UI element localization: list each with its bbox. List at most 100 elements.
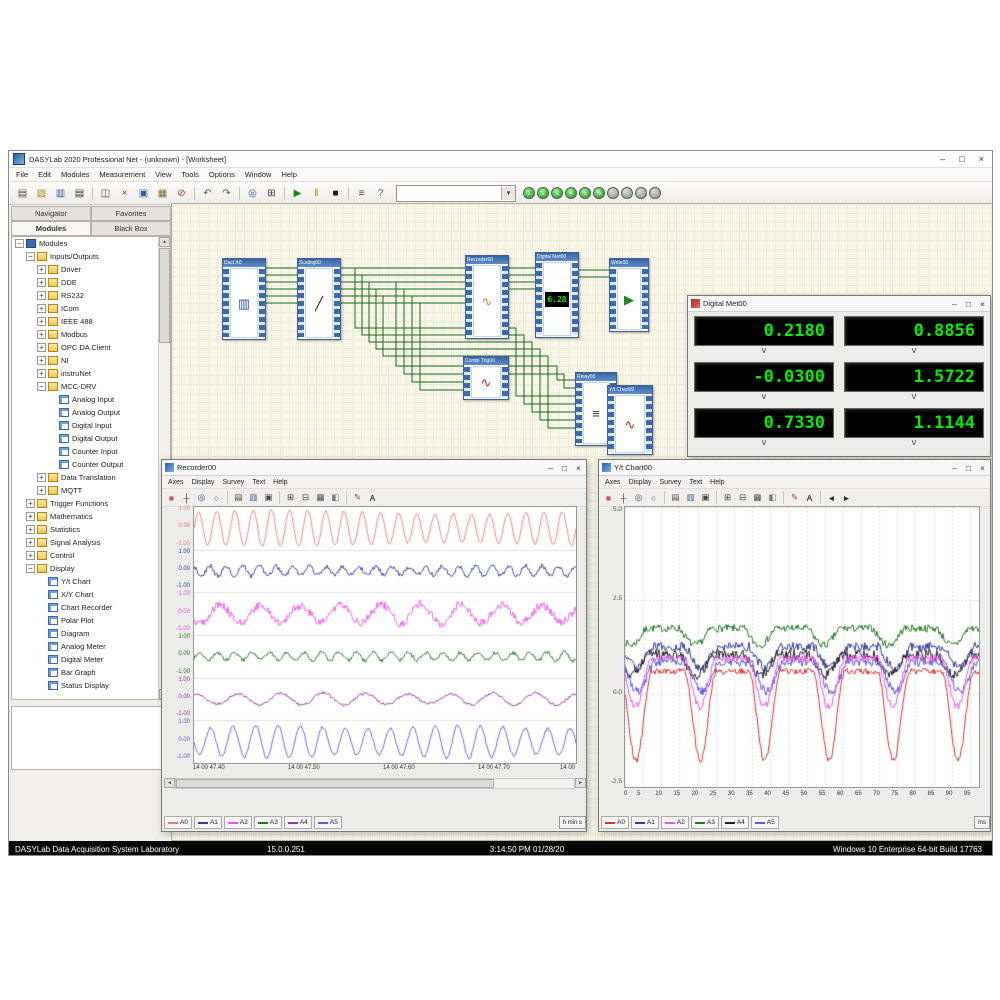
copy-icon[interactable]: ▣ <box>698 490 713 505</box>
minimize-icon[interactable]: – <box>548 463 553 473</box>
function-led-off-2[interactable] <box>621 187 633 199</box>
maximize-icon[interactable]: □ <box>562 463 567 473</box>
tree-item-counter-output[interactable]: Counter Output <box>12 458 159 471</box>
start-measurement-icon[interactable]: ▶ <box>289 185 306 202</box>
help-icon[interactable]: ? <box>372 185 389 202</box>
menu-item-help[interactable]: Help <box>269 479 291 486</box>
tree-item-rs232[interactable]: +RS232 <box>12 289 159 302</box>
tree-item-opc-da-client[interactable]: +OPC DA Client <box>12 341 159 354</box>
minimize-icon[interactable]: – <box>952 299 957 309</box>
tree-item-inputs-outputs[interactable]: −Inputs/Outputs <box>12 250 159 263</box>
redo-icon[interactable]: ↷ <box>218 185 235 202</box>
scroll-up-icon[interactable]: ▲ <box>159 237 170 247</box>
copy-icon[interactable]: ▣ <box>135 185 152 202</box>
print-icon[interactable]: ▤ <box>231 490 246 505</box>
close-icon[interactable]: × <box>576 463 581 473</box>
menu-item-options[interactable]: Options <box>204 170 240 179</box>
delete-icon[interactable]: ■ <box>601 490 616 505</box>
tree-item-x-y-chart[interactable]: X/Y Chart <box>12 588 159 601</box>
menu-item-axes[interactable]: Axes <box>601 479 625 486</box>
background-icon[interactable]: ◧ <box>765 490 780 505</box>
grid-icon[interactable]: ⊞ <box>720 490 735 505</box>
black-box-icon[interactable]: ◫ <box>97 185 114 202</box>
tree-item-digital-meter[interactable]: Digital Meter <box>12 653 159 666</box>
minimize-icon[interactable]: – <box>952 463 957 473</box>
function-led-5[interactable]: 5 <box>579 187 591 199</box>
tree-item-ieee-488[interactable]: +IEEE 488 <box>12 315 159 328</box>
function-led-6[interactable]: 6 <box>593 187 605 199</box>
save-icon[interactable]: ▥ <box>246 490 261 505</box>
scroll-left-icon[interactable]: ◄ <box>824 490 839 505</box>
tree-item-analog-meter[interactable]: Analog Meter <box>12 640 159 653</box>
zoom-out-icon[interactable]: ○ <box>209 490 224 505</box>
tab-favorites[interactable]: Favorites <box>91 206 171 221</box>
maximize-icon[interactable]: □ <box>966 463 971 473</box>
menu-item-edit[interactable]: Edit <box>33 170 56 179</box>
copy-icon[interactable]: ▣ <box>261 490 276 505</box>
tree-item-trigger-functions[interactable]: +Trigger Functions <box>12 497 159 510</box>
cursor-icon[interactable]: ┼ <box>616 490 631 505</box>
print-icon[interactable]: ▤ <box>668 490 683 505</box>
pause-measurement-icon[interactable]: ‖ <box>308 185 325 202</box>
scale-icon[interactable]: ⊟ <box>298 490 313 505</box>
scroll-right-icon[interactable]: ► <box>575 778 586 788</box>
tree-item-mcc-drv[interactable]: −MCC-DRV <box>12 380 159 393</box>
tree-item-dde[interactable]: +DDE <box>12 276 159 289</box>
tree-item-statistics[interactable]: +Statistics <box>12 523 159 536</box>
digital-meter-title-bar[interactable]: Digital Met00 – □ × <box>688 296 990 312</box>
digital-meter-window[interactable]: Digital Met00 – □ × 0.2180V0.8856V-0.030… <box>687 295 991 457</box>
tree-item-polar-plot[interactable]: Polar Plot <box>12 614 159 627</box>
tree-item-digital-output[interactable]: Digital Output <box>12 432 159 445</box>
layout-icon[interactable]: ▦ <box>750 490 765 505</box>
stop-measurement-icon[interactable]: ■ <box>327 185 344 202</box>
function-led-off-1[interactable] <box>607 187 619 199</box>
scrollbar-track[interactable] <box>175 778 575 789</box>
menu-item-tools[interactable]: Tools <box>176 170 204 179</box>
tree-item-modbus[interactable]: +Modbus <box>12 328 159 341</box>
tree-item-mathematics[interactable]: +Mathematics <box>12 510 159 523</box>
tab-modules[interactable]: Modules <box>11 221 91 236</box>
zoom-in-icon[interactable]: ◎ <box>631 490 646 505</box>
tree-item-ni[interactable]: +NI <box>12 354 159 367</box>
tree-item-chart-recorder[interactable]: Chart Recorder <box>12 601 159 614</box>
tree-item-y-t-chart[interactable]: Y/t Chart <box>12 575 159 588</box>
menu-item-text[interactable]: Text <box>685 479 706 486</box>
tree-item-control[interactable]: +Control <box>12 549 159 562</box>
function-led-off-3[interactable] <box>635 187 647 199</box>
minimize-icon[interactable]: – <box>940 154 945 164</box>
maximize-icon[interactable]: □ <box>966 299 971 309</box>
function-led-off-4[interactable] <box>649 187 661 199</box>
save-worksheet-icon[interactable]: ▥ <box>52 185 69 202</box>
text-icon[interactable]: A <box>365 490 380 505</box>
module-search-icon[interactable]: ◎ <box>244 185 261 202</box>
function-led-4[interactable]: 4 <box>565 187 577 199</box>
tree-item-display[interactable]: −Display <box>12 562 159 575</box>
toolbar-combobox[interactable]: ▾ <box>396 185 516 202</box>
dropdown-arrow-icon[interactable]: ▾ <box>501 187 515 200</box>
worksheet-overview-icon[interactable]: ⊞ <box>263 185 280 202</box>
paste-icon[interactable]: ▦ <box>154 185 171 202</box>
tab-navigator[interactable]: Navigator <box>11 206 91 221</box>
zoom-out-icon[interactable]: ○ <box>646 490 661 505</box>
menu-item-survey[interactable]: Survey <box>219 479 249 486</box>
tree-item-mqtt[interactable]: +MQTT <box>12 484 159 497</box>
module-block-scaling00[interactable]: Scaling00╱ <box>297 258 341 340</box>
tree-item-analog-input[interactable]: Analog Input <box>12 393 159 406</box>
tree-item-icom[interactable]: +ICom <box>12 302 159 315</box>
tree-item-counter-input[interactable]: Counter Input <box>12 445 159 458</box>
close-icon[interactable]: × <box>979 154 984 164</box>
yt-chart-window[interactable]: Y/t Chart00 – □ × AxesDisplaySurveyTextH… <box>598 459 991 832</box>
scroll-left-icon[interactable]: ◄ <box>164 778 175 788</box>
text-icon[interactable]: A <box>802 490 817 505</box>
delete-icon[interactable]: ■ <box>164 490 179 505</box>
yt-chart-title-bar[interactable]: Y/t Chart00 – □ × <box>599 460 990 476</box>
close-icon[interactable]: × <box>980 299 985 309</box>
menu-item-window[interactable]: Window <box>240 170 277 179</box>
recorder-window[interactable]: Recorder00 – □ × AxesDisplaySurveyTextHe… <box>161 459 587 832</box>
function-led-3[interactable]: 3 <box>551 187 563 199</box>
menu-item-modules[interactable]: Modules <box>56 170 94 179</box>
tree-item-driver[interactable]: +Driver <box>12 263 159 276</box>
title-bar[interactable]: DASYLab 2020 Professional Net - (unknown… <box>9 151 992 168</box>
scrollbar-thumb[interactable] <box>176 779 494 788</box>
menu-item-display[interactable]: Display <box>188 479 219 486</box>
